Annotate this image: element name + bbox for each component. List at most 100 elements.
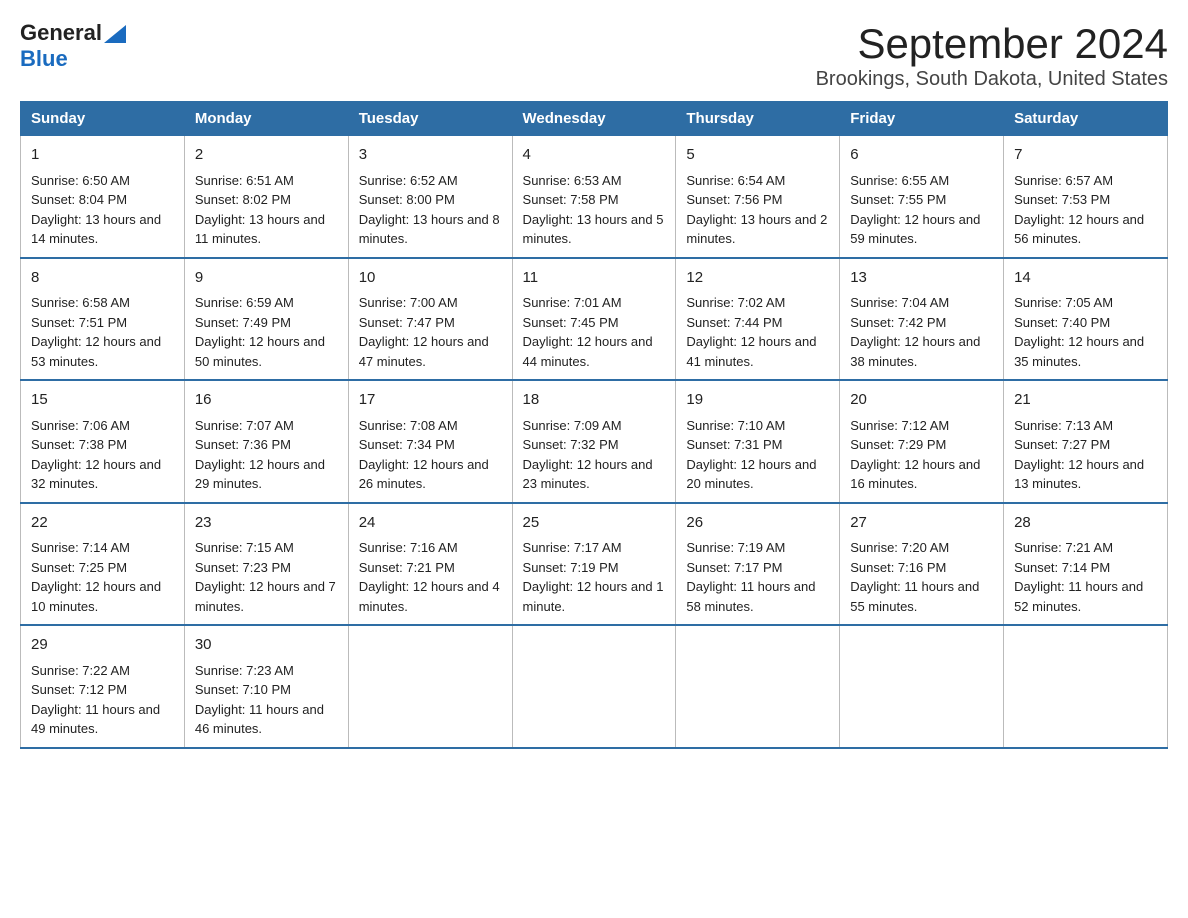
day-number: 11 xyxy=(523,267,666,290)
day-number: 13 xyxy=(850,267,993,290)
sunset-text: Sunset: 7:23 PM xyxy=(195,560,291,575)
sunrise-text: Sunrise: 7:12 AM xyxy=(850,418,949,433)
calendar-week-row: 8 Sunrise: 6:58 AM Sunset: 7:51 PM Daylight… xyxy=(21,258,1168,381)
page-subtitle: Brookings, South Dakota, United States xyxy=(816,68,1168,91)
page-header: General Blue September 2024 Brookings, S… xyxy=(20,20,1168,91)
daylight-text: Daylight: 12 hours and 7 minutes. xyxy=(195,579,336,614)
calendar-day-cell: 18Sunrise: 7:09 AMSunset: 7:32 PMDayligh… xyxy=(512,380,676,503)
sunset-text: Sunset: 7:38 PM xyxy=(31,437,127,452)
calendar-day-cell: 5Sunrise: 6:54 AMSunset: 7:56 PMDaylight… xyxy=(676,136,840,258)
calendar-day-cell: 22Sunrise: 7:14 AMSunset: 7:25 PMDayligh… xyxy=(21,503,185,626)
sunset-text: Sunset: 7:51 PM xyxy=(31,315,127,330)
day-number: 10 xyxy=(359,267,502,290)
sunset-text: Sunset: 7:10 PM xyxy=(195,682,291,697)
day-number: 28 xyxy=(1014,512,1157,535)
day-number: 8 xyxy=(31,267,174,290)
calendar-day-cell xyxy=(676,625,840,748)
sunset-text: Sunset: 7:55 PM xyxy=(850,192,946,207)
day-number: 30 xyxy=(195,634,338,657)
daylight-text: Daylight: 12 hours and 29 minutes. xyxy=(195,457,325,492)
sunrise-text: Sunrise: 7:02 AM xyxy=(686,295,785,310)
logo-general-text: General xyxy=(20,20,102,46)
daylight-text: Daylight: 11 hours and 46 minutes. xyxy=(195,702,324,737)
daylight-text: Daylight: 13 hours and 14 minutes. xyxy=(31,212,161,247)
calendar-week-row: 22Sunrise: 7:14 AMSunset: 7:25 PMDayligh… xyxy=(21,503,1168,626)
calendar-day-cell: 10Sunrise: 7:00 AMSunset: 7:47 PMDayligh… xyxy=(348,258,512,381)
calendar-day-cell xyxy=(840,625,1004,748)
sunset-text: Sunset: 7:45 PM xyxy=(523,315,619,330)
logo-blue-text: Blue xyxy=(20,46,68,71)
col-wednesday: Wednesday xyxy=(512,102,676,136)
calendar-day-cell: 25Sunrise: 7:17 AMSunset: 7:19 PMDayligh… xyxy=(512,503,676,626)
sunrise-text: Sunrise: 7:04 AM xyxy=(850,295,949,310)
daylight-text: Daylight: 12 hours and 20 minutes. xyxy=(686,457,816,492)
sunrise-text: Sunrise: 7:17 AM xyxy=(523,540,622,555)
day-number: 5 xyxy=(686,144,829,167)
daylight-text: Daylight: 12 hours and 41 minutes. xyxy=(686,334,816,369)
sunset-text: Sunset: 7:36 PM xyxy=(195,437,291,452)
daylight-text: Daylight: 12 hours and 47 minutes. xyxy=(359,334,489,369)
day-number: 17 xyxy=(359,389,502,412)
logo-triangle-icon xyxy=(104,25,126,43)
calendar-day-cell: 4Sunrise: 6:53 AMSunset: 7:58 PMDaylight… xyxy=(512,136,676,258)
sunrise-text: Sunrise: 7:19 AM xyxy=(686,540,785,555)
daylight-text: Daylight: 12 hours and 56 minutes. xyxy=(1014,212,1144,247)
title-block: September 2024 Brookings, South Dakota, … xyxy=(816,20,1168,91)
sunrise-text: Sunrise: 7:22 AM xyxy=(31,663,130,678)
sunrise-text: Sunrise: 7:15 AM xyxy=(195,540,294,555)
col-monday: Monday xyxy=(184,102,348,136)
calendar-day-cell: 29Sunrise: 7:22 AMSunset: 7:12 PMDayligh… xyxy=(21,625,185,748)
sunset-text: Sunset: 7:31 PM xyxy=(686,437,782,452)
calendar-day-cell: 7Sunrise: 6:57 AMSunset: 7:53 PMDaylight… xyxy=(1004,136,1168,258)
day-number: 6 xyxy=(850,144,993,167)
calendar-day-cell: 15Sunrise: 7:06 AMSunset: 7:38 PMDayligh… xyxy=(21,380,185,503)
daylight-text: Daylight: 12 hours and 53 minutes. xyxy=(31,334,161,369)
day-number: 27 xyxy=(850,512,993,535)
sunset-text: Sunset: 7:21 PM xyxy=(359,560,455,575)
sunrise-text: Sunrise: 6:58 AM xyxy=(31,295,130,310)
calendar-day-cell: 6Sunrise: 6:55 AMSunset: 7:55 PMDaylight… xyxy=(840,136,1004,258)
sunset-text: Sunset: 7:56 PM xyxy=(686,192,782,207)
sunrise-text: Sunrise: 7:21 AM xyxy=(1014,540,1113,555)
daylight-text: Daylight: 11 hours and 58 minutes. xyxy=(686,579,815,614)
daylight-text: Daylight: 12 hours and 10 minutes. xyxy=(31,579,161,614)
daylight-text: Daylight: 11 hours and 55 minutes. xyxy=(850,579,979,614)
col-sunday: Sunday xyxy=(21,102,185,136)
day-number: 20 xyxy=(850,389,993,412)
calendar-day-cell: 16 Sunrise: 7:07 AM Sunset: 7:36 PM Dayligh… xyxy=(184,380,348,503)
day-number: 15 xyxy=(31,389,174,412)
day-number: 1 xyxy=(31,144,174,167)
daylight-text: Daylight: 12 hours and 44 minutes. xyxy=(523,334,653,369)
sunrise-text: Sunrise: 7:01 AM xyxy=(523,295,622,310)
calendar-week-row: 1Sunrise: 6:50 AMSunset: 8:04 PMDaylight… xyxy=(21,136,1168,258)
sunset-text: Sunset: 7:17 PM xyxy=(686,560,782,575)
sunrise-text: Sunrise: 7:10 AM xyxy=(686,418,785,433)
day-number: 14 xyxy=(1014,267,1157,290)
day-number: 24 xyxy=(359,512,502,535)
sunset-text: Sunset: 7:40 PM xyxy=(1014,315,1110,330)
day-number: 16 xyxy=(195,389,338,412)
sunset-text: Sunset: 8:04 PM xyxy=(31,192,127,207)
sunrise-text: Sunrise: 7:07 AM xyxy=(195,418,294,433)
sunset-text: Sunset: 7:34 PM xyxy=(359,437,455,452)
daylight-text: Daylight: 12 hours and 16 minutes. xyxy=(850,457,980,492)
calendar-day-cell: 12Sunrise: 7:02 AMSunset: 7:44 PMDayligh… xyxy=(676,258,840,381)
col-saturday: Saturday xyxy=(1004,102,1168,136)
sunset-text: Sunset: 7:14 PM xyxy=(1014,560,1110,575)
sunset-text: Sunset: 8:02 PM xyxy=(195,192,291,207)
sunrise-text: Sunrise: 6:51 AM xyxy=(195,173,294,188)
daylight-text: Daylight: 11 hours and 52 minutes. xyxy=(1014,579,1143,614)
daylight-text: Daylight: 11 hours and 49 minutes. xyxy=(31,702,160,737)
sunrise-text: Sunrise: 7:09 AM xyxy=(523,418,622,433)
calendar-day-cell: 27Sunrise: 7:20 AMSunset: 7:16 PMDayligh… xyxy=(840,503,1004,626)
sunset-text: Sunset: 7:42 PM xyxy=(850,315,946,330)
day-number: 12 xyxy=(686,267,829,290)
calendar-day-cell: 8 Sunrise: 6:58 AM Sunset: 7:51 PM Daylight… xyxy=(21,258,185,381)
daylight-text: Daylight: 12 hours and 13 minutes. xyxy=(1014,457,1144,492)
daylight-text: Daylight: 12 hours and 59 minutes. xyxy=(850,212,980,247)
daylight-text: Daylight: 12 hours and 38 minutes. xyxy=(850,334,980,369)
daylight-text: Daylight: 12 hours and 26 minutes. xyxy=(359,457,489,492)
daylight-text: Daylight: 13 hours and 2 minutes. xyxy=(686,212,827,247)
calendar-day-cell xyxy=(348,625,512,748)
sunset-text: Sunset: 7:12 PM xyxy=(31,682,127,697)
